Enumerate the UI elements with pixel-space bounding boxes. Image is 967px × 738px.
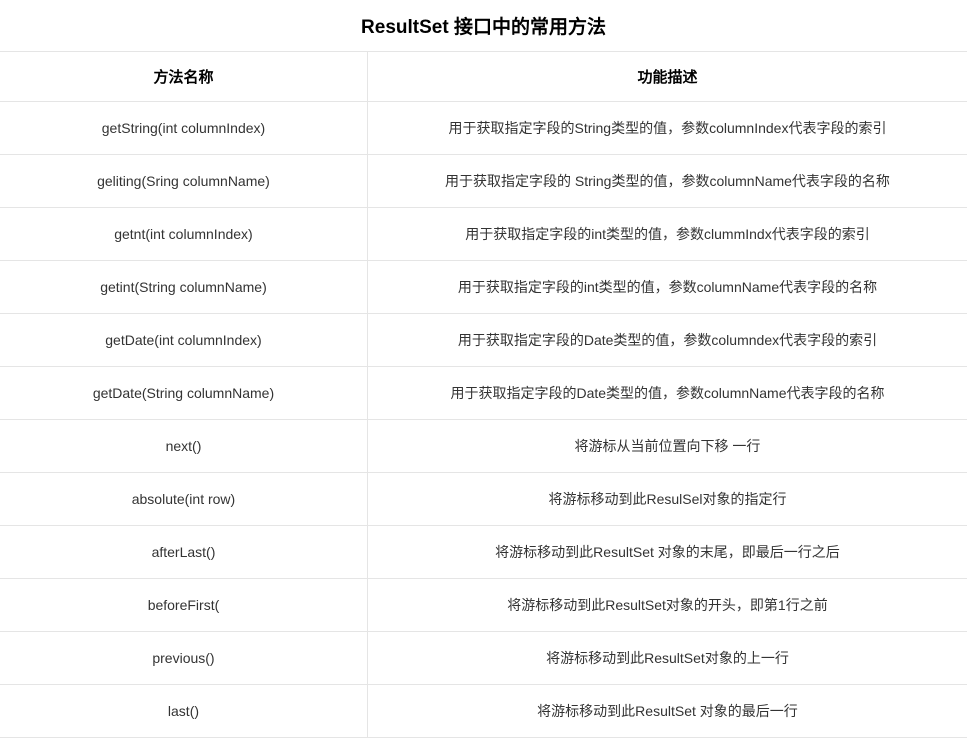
table-row: getDate(String columnName) 用于获取指定字段的Date… <box>0 367 967 420</box>
cell-description: 将游标移动到此ResultSet对象的开头，即第1行之前 <box>367 579 967 632</box>
cell-method: next() <box>0 420 367 473</box>
cell-method: absolute(int row) <box>0 473 367 526</box>
table-row: getString(int columnIndex) 用于获取指定字段的Stri… <box>0 102 967 155</box>
resultset-methods-table: ResultSet 接口中的常用方法 方法名称 功能描述 getString(i… <box>0 0 967 738</box>
header-description: 功能描述 <box>367 52 967 102</box>
table-row: next() 将游标从当前位置向下移 一行 <box>0 420 967 473</box>
header-method: 方法名称 <box>0 52 367 102</box>
cell-method: getint(String columnName) <box>0 261 367 314</box>
cell-description: 用于获取指定字段的int类型的值，参数columnName代表字段的名称 <box>367 261 967 314</box>
cell-method: afterLast() <box>0 526 367 579</box>
cell-method: getDate(int columnIndex) <box>0 314 367 367</box>
table-row: absolute(int row) 将游标移动到此ResulSel对象的指定行 <box>0 473 967 526</box>
cell-description: 用于获取指定字段的Date类型的值，参数columnName代表字段的名称 <box>367 367 967 420</box>
table-header-row: 方法名称 功能描述 <box>0 52 967 102</box>
cell-description: 将游标移动到此ResultSet 对象的末尾，即最后一行之后 <box>367 526 967 579</box>
cell-description: 将游标从当前位置向下移 一行 <box>367 420 967 473</box>
cell-description: 用于获取指定字段的 String类型的值，参数columnName代表字段的名称 <box>367 155 967 208</box>
cell-description: 将游标移动到此ResultSet对象的上一行 <box>367 632 967 685</box>
table-row: getnt(int columnIndex) 用于获取指定字段的int类型的值，… <box>0 208 967 261</box>
table-row: geliting(Sring columnName) 用于获取指定字段的 Str… <box>0 155 967 208</box>
cell-description: 将游标移动到此ResultSet 对象的最后一行 <box>367 685 967 738</box>
cell-description: 用于获取指定字段的int类型的值，参数clummIndx代表字段的索引 <box>367 208 967 261</box>
cell-method: getnt(int columnIndex) <box>0 208 367 261</box>
table-row: last() 将游标移动到此ResultSet 对象的最后一行 <box>0 685 967 738</box>
cell-description: 用于获取指定字段的String类型的值，参数columnIndex代表字段的索引 <box>367 102 967 155</box>
cell-method: geliting(Sring columnName) <box>0 155 367 208</box>
table-row: previous() 将游标移动到此ResultSet对象的上一行 <box>0 632 967 685</box>
table-row: beforeFirst( 将游标移动到此ResultSet对象的开头，即第1行之… <box>0 579 967 632</box>
table-body: getString(int columnIndex) 用于获取指定字段的Stri… <box>0 102 967 738</box>
table-container: ResultSet 接口中的常用方法 方法名称 功能描述 getString(i… <box>0 0 967 738</box>
cell-method: last() <box>0 685 367 738</box>
table-row: afterLast() 将游标移动到此ResultSet 对象的末尾，即最后一行… <box>0 526 967 579</box>
cell-method: beforeFirst( <box>0 579 367 632</box>
cell-description: 将游标移动到此ResulSel对象的指定行 <box>367 473 967 526</box>
table-row: getDate(int columnIndex) 用于获取指定字段的Date类型… <box>0 314 967 367</box>
table-title: ResultSet 接口中的常用方法 <box>0 0 967 52</box>
cell-description: 用于获取指定字段的Date类型的值，参数columndex代表字段的索引 <box>367 314 967 367</box>
table-row: getint(String columnName) 用于获取指定字段的int类型… <box>0 261 967 314</box>
cell-method: previous() <box>0 632 367 685</box>
cell-method: getString(int columnIndex) <box>0 102 367 155</box>
cell-method: getDate(String columnName) <box>0 367 367 420</box>
